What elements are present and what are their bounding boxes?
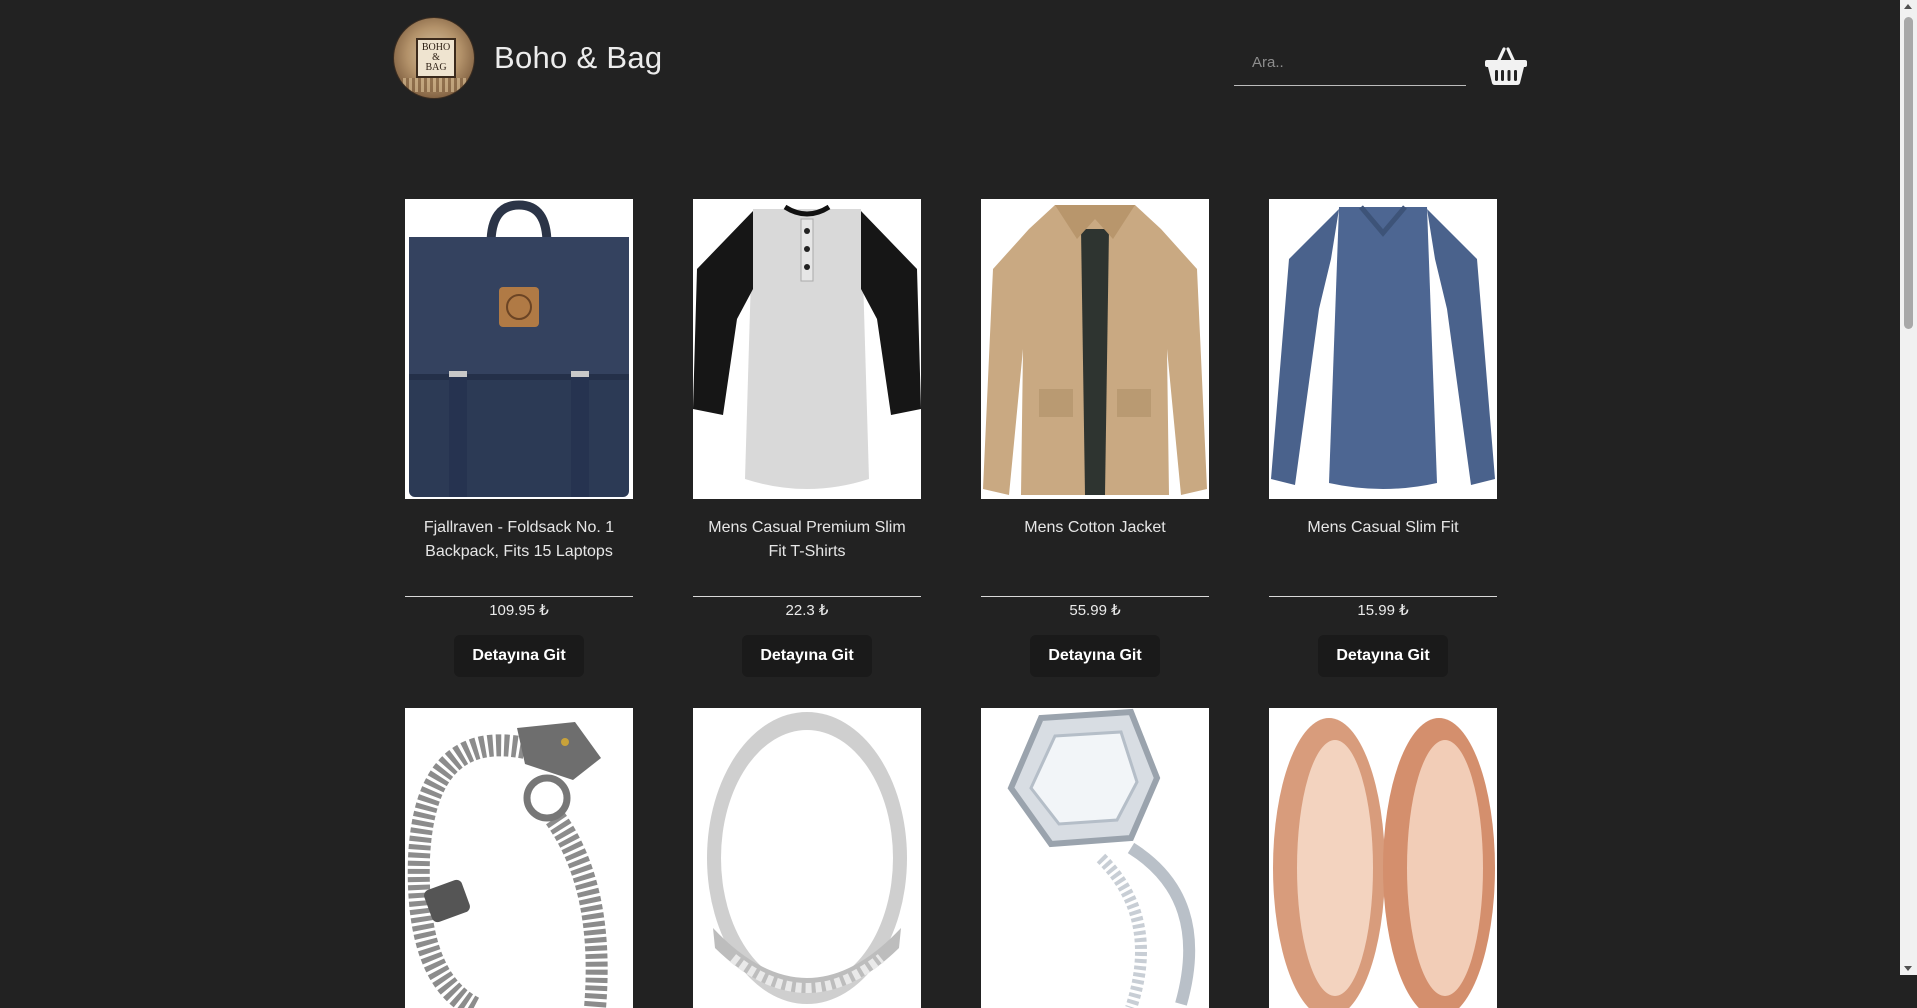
scroll-up-arrow-icon[interactable] xyxy=(1904,4,1912,9)
product-price: 109.95 ₺ xyxy=(489,602,549,619)
divider xyxy=(405,596,633,597)
logo-text-line: BAG xyxy=(425,62,447,73)
details-button[interactable]: Detayına Git xyxy=(1318,635,1448,677)
product-image-bracelet[interactable] xyxy=(405,708,633,1008)
vertical-scrollbar[interactable] xyxy=(1900,0,1917,975)
product-card: Fjallraven - Foldsack No. 1 Backpack, Fi… xyxy=(405,199,633,677)
product-image-tshirt[interactable] xyxy=(693,199,921,499)
logo-ornament xyxy=(400,78,468,92)
product-image-diamond-ring[interactable] xyxy=(981,708,1209,1008)
details-button[interactable]: Detayına Git xyxy=(742,635,872,677)
product-price: 55.99 ₺ xyxy=(1069,602,1121,619)
brand-logo[interactable]: BOHO & BAG xyxy=(394,18,474,98)
product-card: Mens Casual Slim Fit 15.99 ₺ Detayına Gi… xyxy=(1269,199,1497,677)
basket-icon[interactable] xyxy=(1484,46,1528,86)
product-card xyxy=(405,708,633,1008)
brand-name[interactable]: Boho & Bag xyxy=(494,40,662,76)
header: BOHO & BAG Boho & Bag xyxy=(0,0,1900,140)
product-price: 15.99 ₺ xyxy=(1357,602,1409,619)
product-title[interactable]: Mens Casual Premium Slim Fit T-Shirts xyxy=(693,516,921,596)
divider xyxy=(693,596,921,597)
search-input[interactable] xyxy=(1234,40,1466,86)
product-card xyxy=(1269,708,1497,1008)
product-title[interactable]: Mens Casual Slim Fit xyxy=(1269,516,1497,596)
product-card: Mens Casual Premium Slim Fit T-Shirts 22… xyxy=(693,199,921,677)
product-card xyxy=(693,708,921,1008)
details-button[interactable]: Detayına Git xyxy=(1030,635,1160,677)
divider xyxy=(1269,596,1497,597)
scroll-down-arrow-icon[interactable] xyxy=(1904,966,1912,971)
divider xyxy=(981,596,1209,597)
product-image-longsleeve[interactable] xyxy=(1269,199,1497,499)
product-image-jacket[interactable] xyxy=(981,199,1209,499)
product-image-backpack[interactable] xyxy=(405,199,633,499)
product-price: 22.3 ₺ xyxy=(785,602,829,619)
details-button[interactable]: Detayına Git xyxy=(454,635,584,677)
product-title[interactable]: Fjallraven - Foldsack No. 1 Backpack, Fi… xyxy=(405,516,633,596)
product-card: Mens Cotton Jacket 55.99 ₺ Detayına Git xyxy=(981,199,1209,677)
logo-badge: BOHO & BAG xyxy=(416,38,456,78)
product-title[interactable]: Mens Cotton Jacket xyxy=(981,516,1209,596)
product-image-silver-ring[interactable] xyxy=(693,708,921,1008)
product-card xyxy=(981,708,1209,1008)
product-image-rose-gold-tunnel[interactable] xyxy=(1269,708,1497,1008)
scrollbar-thumb[interactable] xyxy=(1904,17,1913,329)
